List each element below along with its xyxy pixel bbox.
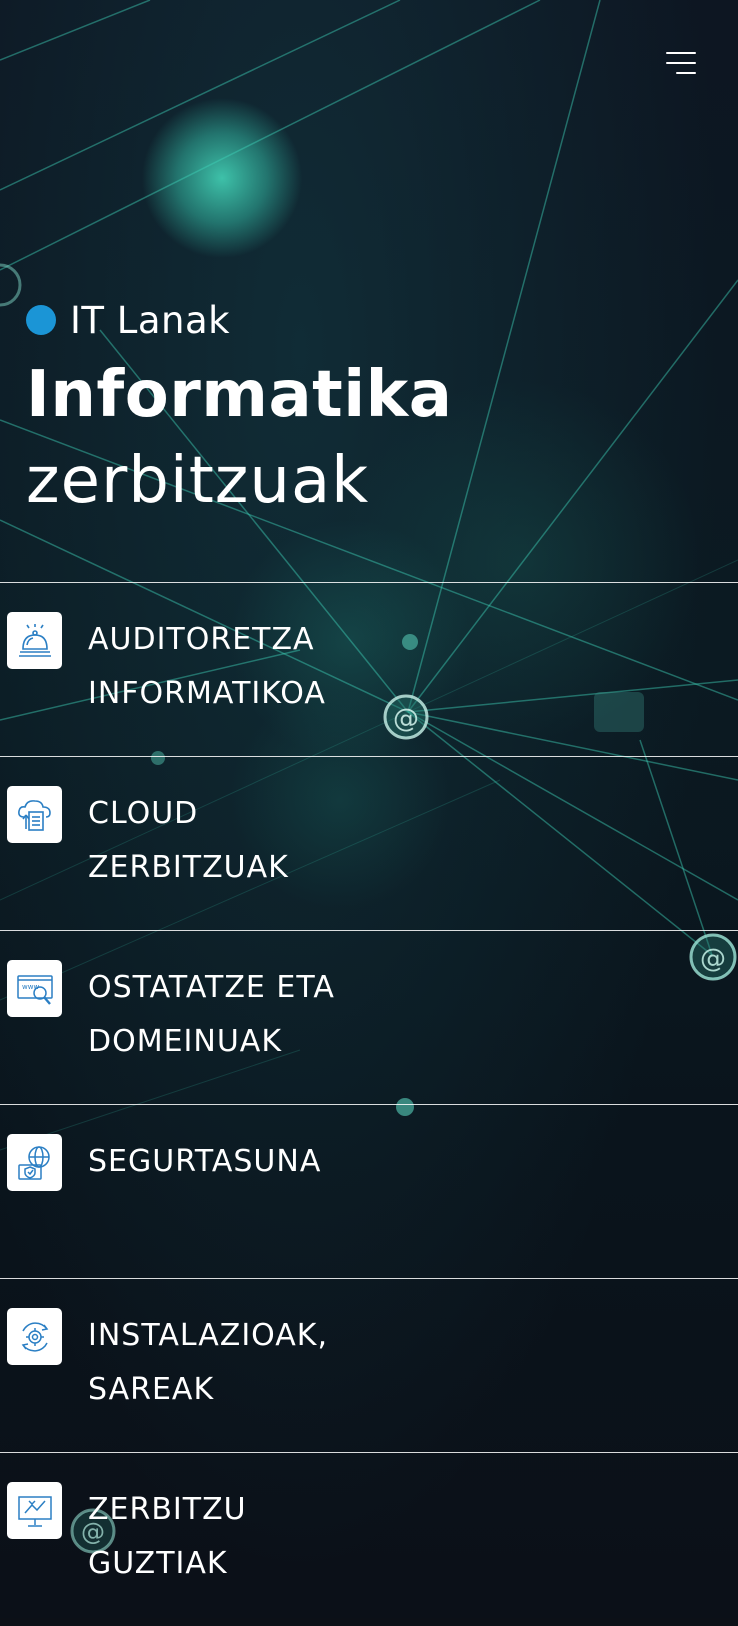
service-item-ostatatze[interactable]: www OSTATATZE ETA DOMEINUAK	[0, 930, 738, 1104]
page-title-bold: Informatika	[26, 358, 453, 432]
globe-shield-icon	[7, 1134, 62, 1191]
service-label-line1: CLOUD	[88, 796, 199, 831]
cloud-document-icon	[7, 786, 62, 843]
svg-text:www: www	[22, 983, 39, 991]
gear-refresh-icon	[7, 1308, 62, 1365]
service-label-line2: SAREAK	[88, 1372, 215, 1407]
service-item-zerbitzu-guztiak[interactable]: ZERBITZU GUZTIAK	[0, 1452, 738, 1626]
service-label: SEGURTASUNA	[88, 1135, 648, 1189]
service-label-line2: INFORMATIKOA	[88, 676, 326, 711]
service-label-line1: SEGURTASUNA	[88, 1144, 322, 1179]
section-tag: IT Lanak	[26, 296, 706, 344]
tag-dot-icon	[26, 305, 56, 335]
service-item-cloud[interactable]: CLOUD ZERBITZUAK	[0, 756, 738, 930]
service-label: ZERBITZU GUZTIAK	[88, 1483, 648, 1591]
service-item-instalazioak[interactable]: INSTALAZIOAK, SAREAK	[0, 1278, 738, 1452]
reception-bell-icon	[7, 612, 62, 669]
hero-section: IT Lanak Informatika zerbitzuak	[26, 296, 706, 524]
service-label-line2: DOMEINUAK	[88, 1024, 282, 1059]
service-label-line2: GUZTIAK	[88, 1546, 228, 1581]
service-label: AUDITORETZA INFORMATIKOA	[88, 613, 648, 721]
service-label: INSTALAZIOAK, SAREAK	[88, 1309, 648, 1417]
menu-button[interactable]	[660, 48, 700, 78]
service-label-line1: ZERBITZU	[88, 1492, 247, 1527]
service-label-line1: INSTALAZIOAK,	[88, 1318, 328, 1353]
page-title-light: zerbitzuak	[26, 444, 370, 518]
services-list: AUDITORETZA INFORMATIKOA CLOUD ZERBITZUA…	[0, 582, 738, 1626]
tag-label: IT Lanak	[70, 298, 231, 342]
menu-line-2	[666, 62, 696, 64]
menu-line-3	[676, 72, 696, 74]
service-label: CLOUD ZERBITZUAK	[88, 787, 648, 895]
menu-line-1	[666, 52, 696, 54]
www-search-icon: www	[7, 960, 62, 1017]
service-label-line1: OSTATATZE ETA	[88, 970, 335, 1005]
service-label-line2: ZERBITZUAK	[88, 850, 289, 885]
service-item-auditoretza[interactable]: AUDITORETZA INFORMATIKOA	[0, 582, 738, 756]
service-label-line1: AUDITORETZA	[88, 622, 315, 657]
service-item-segurtasuna[interactable]: SEGURTASUNA	[0, 1104, 738, 1278]
presentation-board-icon	[7, 1482, 62, 1539]
service-label: OSTATATZE ETA DOMEINUAK	[88, 961, 648, 1069]
